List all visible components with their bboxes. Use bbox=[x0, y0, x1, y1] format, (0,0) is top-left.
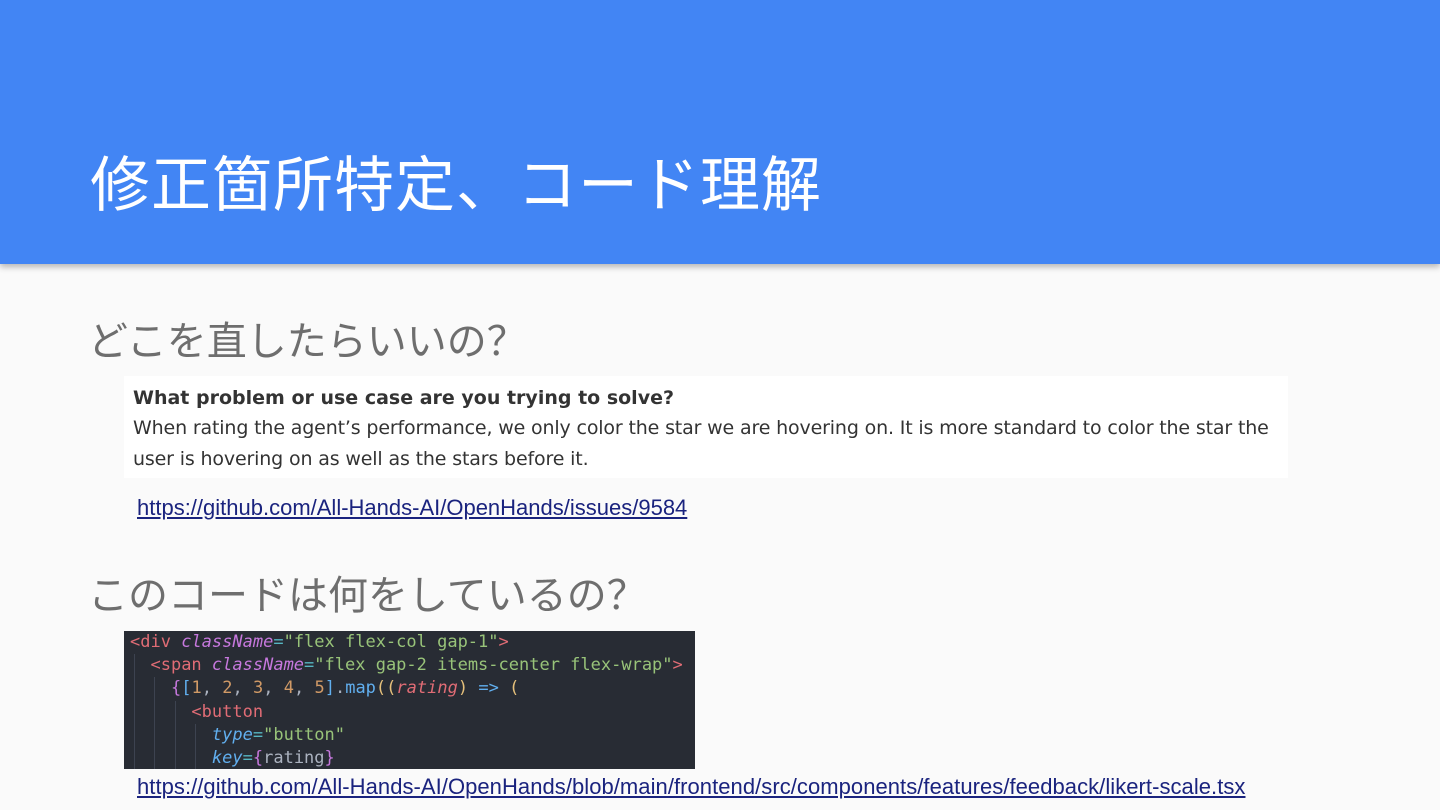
indent-guide bbox=[134, 723, 135, 747]
issue-answer-line-2: user is hovering on as well as the stars… bbox=[133, 448, 589, 470]
code-line: {[1, 2, 3, 4, 5].map((rating) => ( bbox=[124, 677, 695, 701]
indent-guide bbox=[134, 700, 135, 724]
issue-link[interactable]: https://github.com/All-Hands-AI/OpenHand… bbox=[137, 494, 687, 522]
indent-guide bbox=[134, 746, 135, 769]
indent-guide bbox=[154, 700, 156, 724]
section-heading-what-does-code-do: このコードは何をしているの？ bbox=[88, 573, 647, 619]
indent-guide bbox=[195, 723, 197, 747]
title-banner: 修正箇所特定、コード理解 bbox=[0, 0, 1440, 264]
slide-title: 修正箇所特定、コード理解 bbox=[90, 151, 822, 221]
indent-guide bbox=[134, 654, 135, 678]
source-file-link[interactable]: https://github.com/All-Hands-AI/OpenHand… bbox=[137, 773, 1246, 801]
code-line: <button bbox=[124, 700, 695, 724]
indent-guide bbox=[154, 677, 156, 701]
indent-guide bbox=[134, 677, 135, 701]
indent-guide bbox=[154, 723, 156, 747]
section-heading-where-to-fix: どこを直したらいいの？ bbox=[88, 319, 527, 365]
issue-screenshot: What problem or use case are you trying … bbox=[124, 376, 1288, 478]
code-line: key={rating} bbox=[124, 746, 695, 769]
code-line: <div className="flex flex-col gap-1"> bbox=[130, 632, 509, 652]
code-line: type="button" bbox=[124, 723, 695, 747]
issue-answer-line-1: When rating the agent’s performance, we … bbox=[133, 417, 1269, 439]
indent-guide bbox=[154, 746, 156, 769]
issue-question: What problem or use case are you trying … bbox=[133, 387, 674, 409]
indent-guide bbox=[174, 746, 176, 769]
indent-guide bbox=[174, 700, 176, 724]
code-screenshot: <div className="flex flex-col gap-1"> <s… bbox=[124, 631, 695, 769]
indent-guide bbox=[195, 746, 197, 769]
code-line: <span className="flex gap-2 items-center… bbox=[124, 654, 695, 678]
indent-guide bbox=[174, 723, 176, 747]
